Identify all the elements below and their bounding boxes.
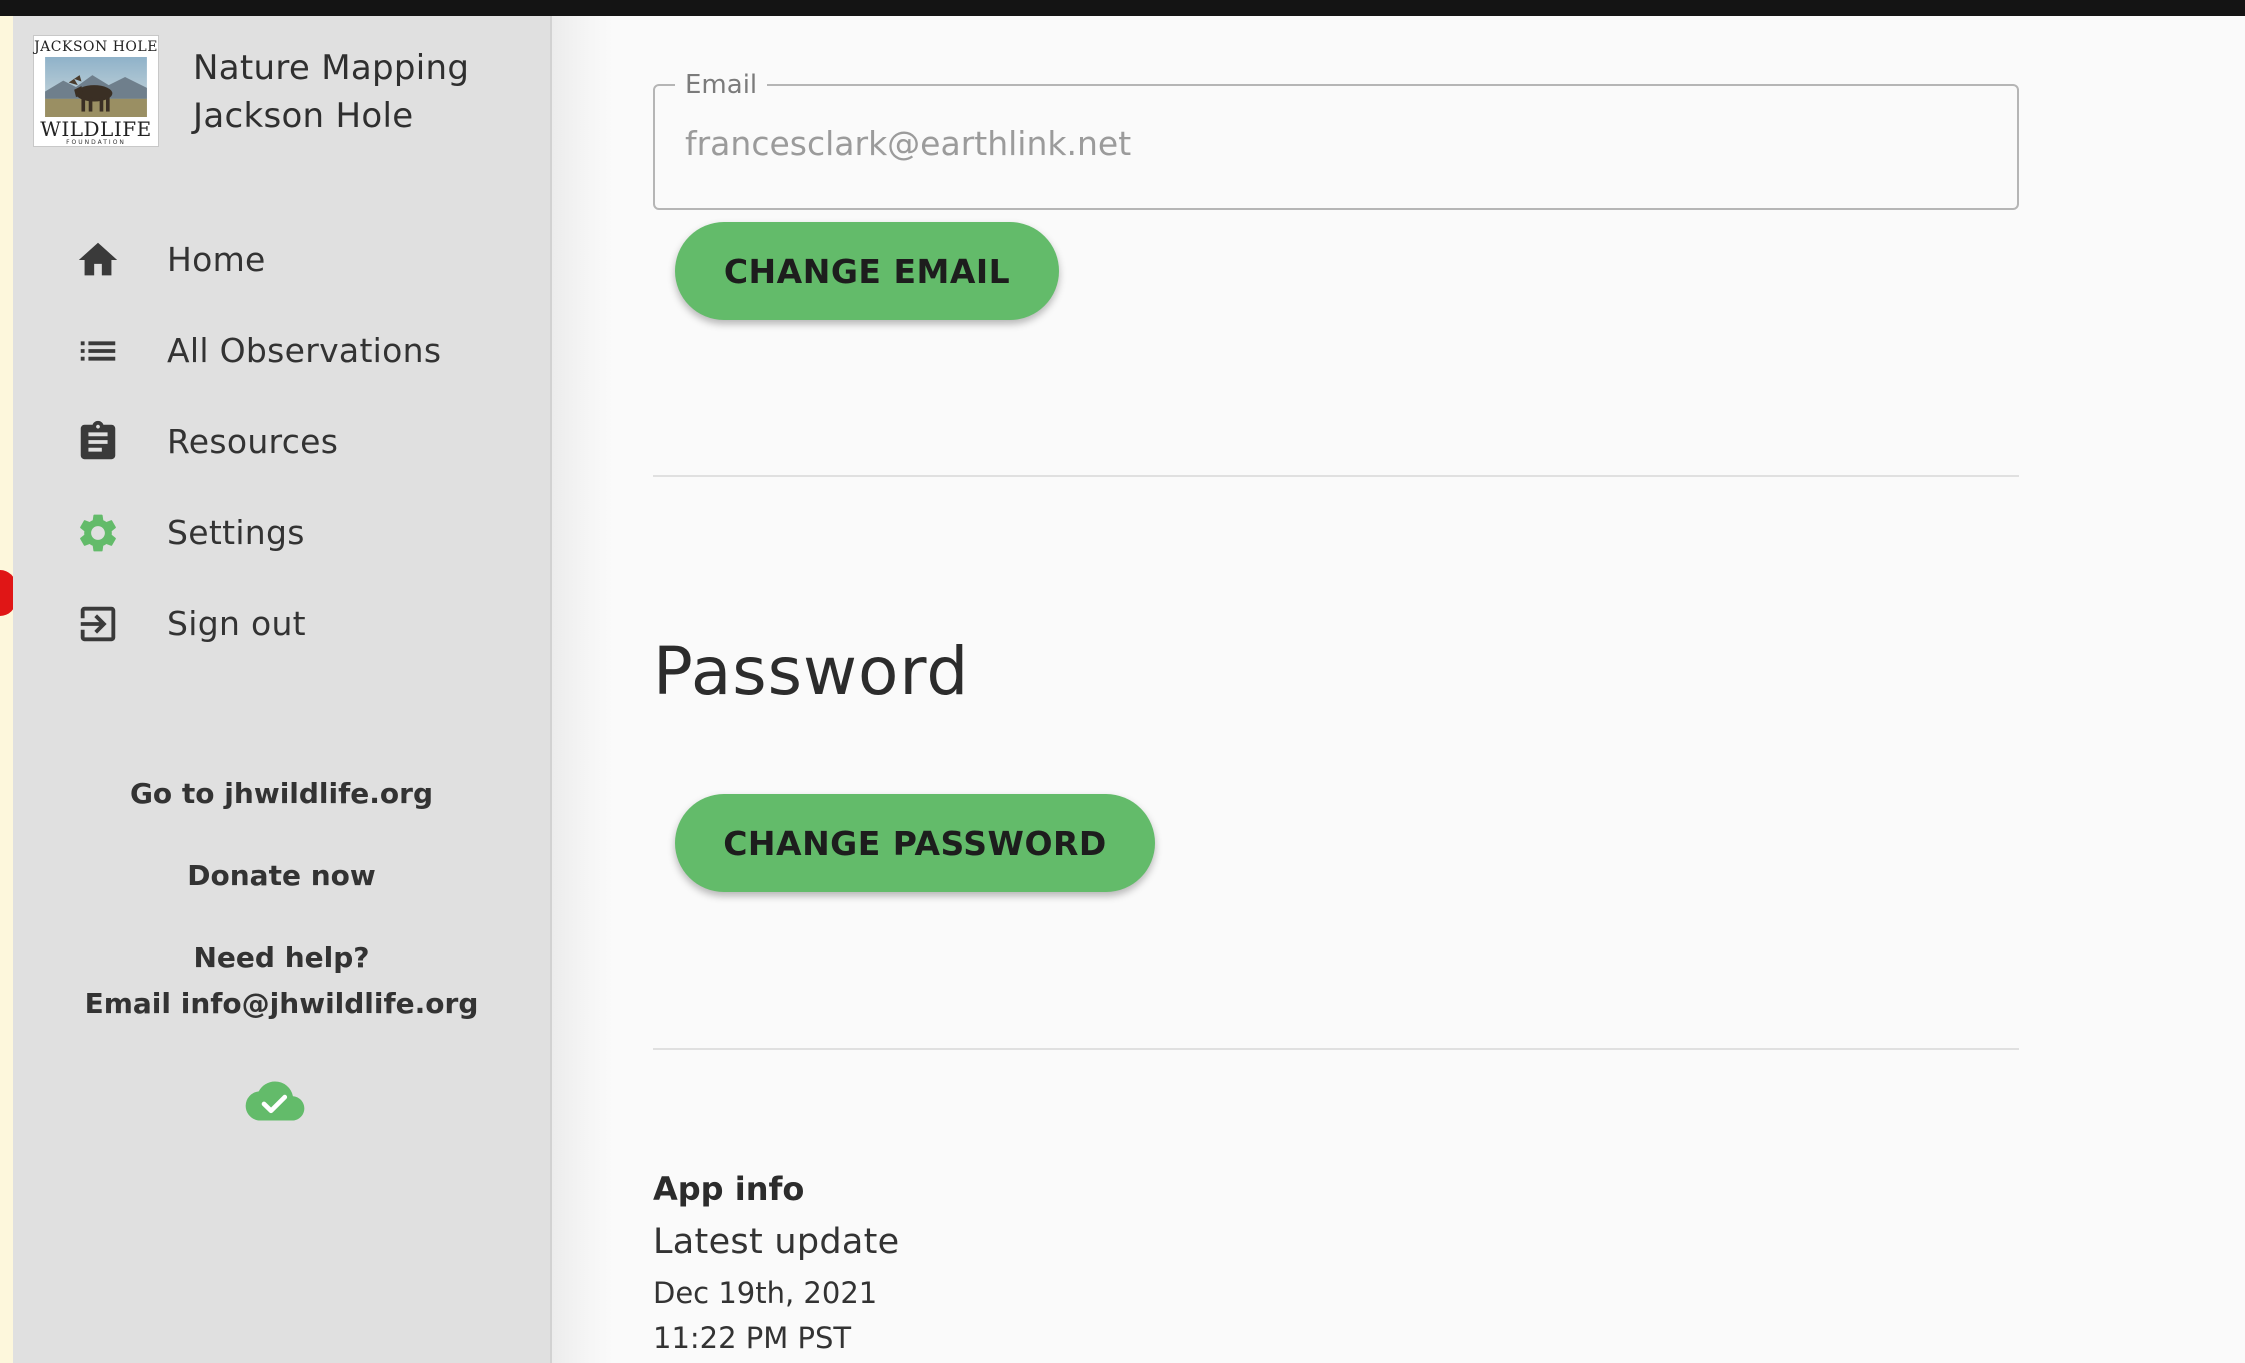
sidebar-item-settings[interactable]: Settings bbox=[13, 487, 550, 578]
sidebar-item-label: Settings bbox=[167, 513, 305, 552]
help-text: Need help? bbox=[193, 941, 370, 974]
sidebar-item-all-observations[interactable]: All Observations bbox=[13, 305, 550, 396]
website-link[interactable]: Go to jhwildlife.org bbox=[13, 771, 550, 817]
sidebar-item-label: All Observations bbox=[167, 331, 442, 370]
sidebar-item-label: Sign out bbox=[167, 604, 306, 643]
sidebar-item-label: Resources bbox=[167, 422, 339, 461]
sidebar-item-label: Home bbox=[167, 240, 266, 279]
clipboard-icon bbox=[75, 419, 121, 465]
sidebar-item-home[interactable]: Home bbox=[13, 214, 550, 305]
sidebar-links: Go to jhwildlife.org Donate now Need hel… bbox=[13, 771, 550, 1027]
foundation-logo[interactable]: JACKSON HOLE WILDLIFE FOUNDATION bbox=[33, 35, 159, 147]
app-title-line-2: Jackson Hole bbox=[193, 96, 414, 136]
app-title-line-1: Nature Mapping bbox=[193, 48, 470, 88]
update-date: Dec 19th, 2021 bbox=[653, 1276, 878, 1310]
settings-content: Email CHANGE EMAIL Password CHANGE PASSW… bbox=[653, 16, 2033, 1363]
gear-icon bbox=[75, 510, 121, 556]
sidebar-nav: Home All Observations Resources Settings bbox=[13, 214, 550, 669]
window-top-bar bbox=[0, 0, 2245, 16]
sidebar-shadow bbox=[552, 16, 614, 1363]
donate-link[interactable]: Donate now bbox=[13, 853, 550, 899]
change-email-button[interactable]: CHANGE EMAIL bbox=[675, 222, 1059, 320]
app-title: Nature Mapping Jackson Hole bbox=[193, 44, 469, 140]
home-icon bbox=[75, 237, 121, 283]
email-field-label: Email bbox=[675, 70, 768, 100]
app-window: JACKSON HOLE WILDLIFE FOUNDATION Nature … bbox=[13, 16, 2245, 1363]
section-divider bbox=[653, 475, 2019, 477]
moose-artwork-icon bbox=[45, 57, 147, 117]
cloud-check-icon bbox=[245, 1081, 305, 1121]
email-input[interactable] bbox=[685, 124, 1965, 163]
sidebar: JACKSON HOLE WILDLIFE FOUNDATION Nature … bbox=[13, 16, 552, 1363]
sidebar-item-sign-out[interactable]: Sign out bbox=[13, 578, 550, 669]
list-icon bbox=[75, 328, 121, 374]
sign-out-icon bbox=[75, 601, 121, 647]
logo-top-text: JACKSON HOLE bbox=[34, 39, 158, 55]
app-info-title: App info bbox=[653, 1170, 805, 1208]
email-field[interactable]: Email bbox=[653, 70, 2019, 210]
help-email-link[interactable]: Email info@jhwildlife.org bbox=[13, 981, 550, 1027]
logo-bottom-text: WILDLIFE bbox=[40, 117, 152, 141]
sidebar-item-resources[interactable]: Resources bbox=[13, 396, 550, 487]
section-divider bbox=[653, 1048, 2019, 1050]
latest-update-label: Latest update bbox=[653, 1222, 900, 1262]
password-heading: Password bbox=[653, 633, 970, 710]
change-password-button[interactable]: CHANGE PASSWORD bbox=[675, 794, 1155, 892]
logo-tagline-text: FOUNDATION bbox=[66, 139, 126, 146]
update-time: 11:22 PM PST bbox=[653, 1321, 852, 1355]
